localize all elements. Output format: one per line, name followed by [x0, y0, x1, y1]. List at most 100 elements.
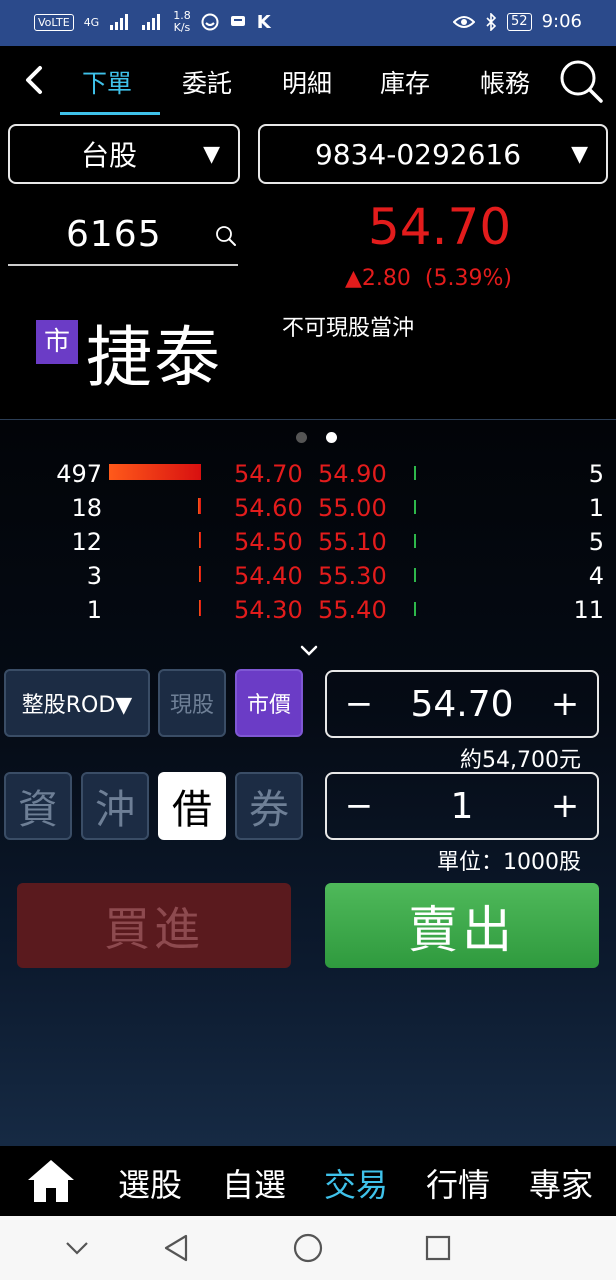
- page-dot-2[interactable]: [326, 432, 337, 443]
- unit-text: 單位：1000股: [437, 850, 581, 875]
- account-select[interactable]: 9834-0292616 ▼: [258, 124, 608, 184]
- ask-volume-bar: [414, 466, 416, 480]
- status-right: 52 9:06: [453, 11, 582, 32]
- ask-price[interactable]: 55.30: [318, 562, 387, 590]
- order-type-select[interactable]: 整股ROD▼: [4, 669, 150, 737]
- qty-plus-button[interactable]: +: [533, 774, 597, 838]
- credit-type-daytrade[interactable]: 沖: [81, 772, 149, 840]
- bottom-nav: 選股 自選 交易 行情 專家: [0, 1146, 616, 1216]
- market-badge: 市: [36, 320, 78, 364]
- price-minus-button[interactable]: −: [327, 672, 391, 736]
- quantity-stepper: − 1 +: [325, 772, 599, 840]
- qty-minus-button[interactable]: −: [327, 774, 391, 838]
- k-app-icon: K: [256, 11, 271, 33]
- tab-details[interactable]: 明細: [282, 64, 332, 100]
- last-price: 54.70: [368, 198, 512, 256]
- signal-icon-2: [142, 14, 161, 30]
- tab-order[interactable]: 下單: [82, 64, 132, 100]
- price-plus-button[interactable]: +: [533, 672, 597, 736]
- ask-price[interactable]: 55.40: [318, 596, 387, 624]
- status-left: VoLTE 4G 1.8 K/s K: [34, 10, 271, 34]
- bid-volume: 12: [71, 528, 102, 556]
- order-book-row[interactable]: 3 54.40 55.30 4: [0, 562, 616, 596]
- battery-icon: 52: [507, 12, 532, 31]
- order-book-row[interactable]: 1 54.30 55.40 11: [0, 596, 616, 630]
- ask-volume-bar: [414, 500, 416, 514]
- bid-volume-bar: [198, 498, 201, 514]
- network-speed: 1.8 K/s: [173, 10, 191, 34]
- nav-trade[interactable]: 交易: [324, 1160, 388, 1206]
- ask-volume: 5: [588, 460, 604, 488]
- order-book-row[interactable]: 18 54.60 55.00 1: [0, 494, 616, 528]
- bid-volume: 1: [86, 596, 102, 624]
- page-dot-1[interactable]: [296, 432, 307, 443]
- recents-square-icon[interactable]: [424, 1234, 452, 1262]
- ask-price[interactable]: 55.10: [318, 528, 387, 556]
- credit-type-margin[interactable]: 資: [4, 772, 72, 840]
- chevron-down-icon[interactable]: [298, 640, 320, 662]
- ask-price[interactable]: 55.00: [318, 494, 387, 522]
- nav-quotes[interactable]: 行情: [426, 1160, 490, 1206]
- tab-entrust[interactable]: 委託: [182, 64, 232, 100]
- search-icon[interactable]: [214, 224, 238, 248]
- hide-keyboard-icon[interactable]: [64, 1236, 90, 1260]
- ask-volume: 1: [588, 494, 604, 522]
- stock-code-input[interactable]: 6165: [8, 208, 238, 266]
- bid-price[interactable]: 54.40: [234, 562, 303, 590]
- bid-price[interactable]: 54.60: [234, 494, 303, 522]
- market-price-button[interactable]: 市價: [235, 669, 303, 737]
- sell-button[interactable]: 賣出: [325, 883, 599, 968]
- bid-price[interactable]: 54.70: [234, 460, 303, 488]
- home-circle-icon[interactable]: [292, 1232, 324, 1264]
- price-value[interactable]: 54.70: [391, 672, 533, 736]
- network-type: 4G: [83, 15, 100, 29]
- top-nav: 下單 委託 明細 庫存 帳務: [0, 46, 616, 118]
- bid-volume-bar: [109, 464, 201, 480]
- cash-button[interactable]: 現股: [158, 669, 226, 737]
- ask-price[interactable]: 54.90: [318, 460, 387, 488]
- clock: 9:06: [541, 11, 582, 32]
- caret-down-icon: ▼: [571, 142, 588, 167]
- ask-volume: 11: [573, 596, 604, 624]
- stock-name: 捷泰: [86, 319, 222, 396]
- bid-volume: 497: [56, 460, 102, 488]
- tab-inventory[interactable]: 庫存: [380, 64, 430, 100]
- status-bar: VoLTE 4G 1.8 K/s K 52 9:06: [0, 0, 616, 46]
- chat-icon: [201, 13, 219, 31]
- eye-icon: [453, 15, 476, 28]
- account-select-value: 9834-0292616: [314, 137, 522, 171]
- caret-down-icon: ▼: [203, 142, 220, 167]
- nav-experts[interactable]: 專家: [529, 1160, 593, 1206]
- volte-indicator: VoLTE: [34, 13, 74, 31]
- back-triangle-icon[interactable]: [162, 1233, 190, 1263]
- ask-volume-bar: [414, 534, 416, 548]
- ask-volume: 5: [588, 528, 604, 556]
- bid-volume-bar: [199, 566, 201, 582]
- speed-unit: K/s: [173, 21, 191, 34]
- order-book-row[interactable]: 12 54.50 55.10 5: [0, 528, 616, 562]
- ask-volume-bar: [414, 568, 416, 582]
- approx-amount: 約54,700元: [460, 748, 581, 773]
- bid-volume-bar: [199, 600, 201, 616]
- bid-volume: 18: [71, 494, 102, 522]
- home-icon[interactable]: [24, 1156, 78, 1206]
- bid-price[interactable]: 54.50: [234, 528, 303, 556]
- buy-button[interactable]: 買進: [17, 883, 291, 968]
- system-nav-bar: [0, 1216, 616, 1280]
- market-select[interactable]: 台股 ▼: [8, 124, 240, 184]
- nav-stock-picker[interactable]: 選股: [118, 1160, 182, 1206]
- order-book-row[interactable]: 497 54.70 54.90 5: [0, 460, 616, 494]
- ask-volume: 4: [588, 562, 604, 590]
- tab-account[interactable]: 帳務: [480, 64, 530, 100]
- nav-watchlist[interactable]: 自選: [222, 1160, 286, 1206]
- day-trade-note: 不可現股當沖: [282, 316, 415, 341]
- credit-type-short[interactable]: 券: [235, 772, 303, 840]
- bid-price[interactable]: 54.30: [234, 596, 303, 624]
- tab-underline: [60, 112, 160, 115]
- credit-type-borrow[interactable]: 借: [158, 772, 226, 840]
- bid-volume-bar: [199, 532, 201, 548]
- search-icon[interactable]: [558, 58, 604, 104]
- stock-code-value: 6165: [66, 214, 162, 255]
- qty-value[interactable]: 1: [391, 774, 533, 838]
- back-arrow-icon[interactable]: [18, 62, 54, 98]
